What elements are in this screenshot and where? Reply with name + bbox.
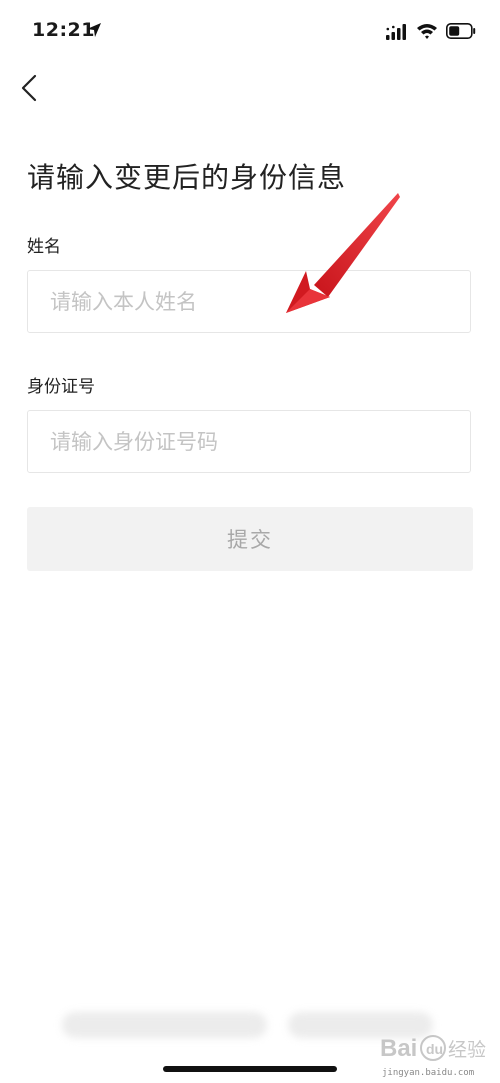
status-bar: 12:21 xyxy=(0,0,500,62)
home-indicator[interactable] xyxy=(163,1066,337,1072)
back-button[interactable] xyxy=(14,70,48,106)
svg-text:经验: 经验 xyxy=(448,1039,486,1061)
id-number-field-container xyxy=(27,410,471,473)
blurred-footer-left xyxy=(62,1012,267,1038)
name-label: 姓名 xyxy=(27,237,61,257)
battery-icon xyxy=(446,23,476,39)
svg-text:du: du xyxy=(426,1041,443,1057)
wifi-icon xyxy=(417,24,437,39)
location-arrow-icon xyxy=(87,23,101,37)
cellular-signal-icon xyxy=(386,24,406,40)
id-number-label: 身份证号 xyxy=(27,377,95,397)
watermark-url: jingyan.baidu.com xyxy=(382,1068,475,1078)
id-number-input[interactable] xyxy=(28,411,470,472)
red-arrow-icon xyxy=(286,193,400,313)
svg-text:Bai: Bai xyxy=(380,1035,417,1062)
chevron-left-icon xyxy=(21,74,37,102)
baidu-jingyan-watermark: Bai du 经验 xyxy=(380,1035,486,1062)
submit-button[interactable]: 提交 xyxy=(27,507,473,571)
